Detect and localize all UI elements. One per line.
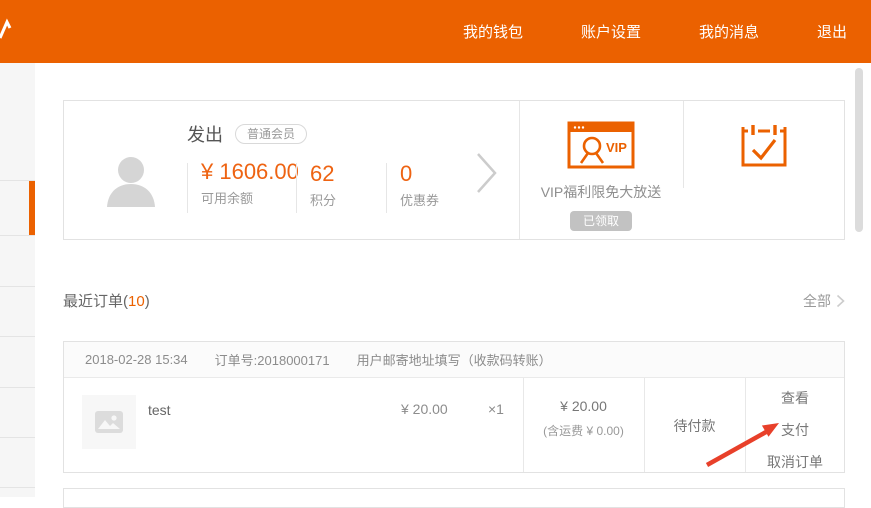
user-name-row: 发出 普通会员 [187, 121, 307, 147]
balance-label: 可用余额 [201, 188, 305, 207]
order-note: 用户邮寄地址填写（收款码转账） [357, 350, 552, 369]
sidebar-item[interactable] [0, 63, 35, 181]
user-center-page: { "header": { "nav": ["我的钱包", "账户设置", "我… [0, 0, 871, 497]
user-summary-card: 发出 普通会员 ¥ 1606.00 可用余额 62 积分 0 优惠券 VIP V… [63, 100, 845, 240]
balance-value: ¥ 1606.00 [201, 159, 305, 184]
points-value: 62 [310, 161, 336, 186]
order-number: 订单号:2018000171 [215, 350, 330, 369]
view-order-link[interactable]: 查看 [745, 388, 845, 408]
calendar-check-icon [740, 121, 788, 169]
order-datetime: 2018-02-28 15:34 [85, 352, 188, 367]
product-quantity: ×1 [488, 401, 504, 417]
order-card: 2018-02-28 15:34 订单号:2018000171 用户邮寄地址填写… [63, 341, 845, 473]
member-level-badge: 普通会员 [235, 124, 307, 144]
recent-orders-title: 最近订单(10) [63, 290, 150, 311]
coupons-value: 0 [400, 161, 439, 186]
nav-my-messages[interactable]: 我的消息 [699, 21, 759, 42]
coupons-label: 优惠券 [400, 190, 439, 209]
sidebar-item[interactable] [0, 337, 35, 388]
order-status: 待付款 [644, 416, 745, 436]
orders-title-text: 最近订单 [63, 293, 123, 310]
coupons-stat[interactable]: 0 优惠券 [400, 161, 439, 209]
order-total: ¥ 20.00 [523, 398, 644, 414]
nav-account-settings[interactable]: 账户设置 [581, 21, 641, 42]
divider [187, 163, 188, 213]
all-link-label: 全部 [803, 291, 831, 311]
cancel-order-link[interactable]: 取消订单 [745, 452, 845, 472]
product-price: ¥ 20.00 [401, 401, 448, 417]
pay-order-link[interactable]: 支付 [745, 420, 845, 440]
chevron-right-small-icon [836, 294, 845, 308]
points-stat[interactable]: 62 积分 [310, 161, 336, 209]
vip-icon-text: VIP [606, 140, 627, 155]
balance-stat[interactable]: ¥ 1606.00 可用余额 [201, 159, 305, 207]
sidebar-item-active[interactable] [0, 181, 35, 236]
shipping-note: (含运费 ¥ 0.00) [523, 422, 644, 439]
sidebar-item[interactable] [0, 287, 35, 337]
vip-promo-block[interactable]: VIP VIP福利限免大放送 已领取 [519, 101, 683, 239]
divider [386, 163, 387, 213]
top-bar: 我的钱包 账户设置 我的消息 退出 [0, 0, 871, 63]
sidebar-item[interactable] [0, 388, 35, 438]
claimed-badge: 已领取 [570, 211, 632, 231]
avatar[interactable] [103, 151, 159, 207]
product-thumbnail[interactable] [82, 395, 136, 449]
partial-logo-icon [0, 18, 14, 42]
view-all-orders-link[interactable]: 全部 [803, 291, 845, 311]
paren-close: ) [145, 293, 150, 310]
divider [296, 163, 297, 213]
orders-count: 10 [128, 293, 145, 310]
sidebar-item[interactable] [0, 236, 35, 287]
chevron-right-icon[interactable] [475, 151, 499, 195]
order-meta-row: 2018-02-28 15:34 订单号:2018000171 用户邮寄地址填写… [64, 342, 844, 378]
sidebar-item[interactable] [0, 438, 35, 488]
username: 发出 [187, 121, 223, 147]
image-placeholder-icon [94, 410, 124, 434]
vip-promo-title: VIP福利限免大放送 [519, 182, 683, 202]
left-sidebar [0, 63, 35, 497]
top-navigation: 我的钱包 账户设置 我的消息 退出 [463, 0, 847, 63]
product-name[interactable]: test [148, 402, 171, 418]
scrollbar-thumb[interactable] [855, 68, 863, 232]
nav-my-wallet[interactable]: 我的钱包 [463, 21, 523, 42]
order-body-row: test ¥ 20.00 ×1 ¥ 20.00 (含运费 ¥ 0.00) 待付款… [64, 378, 844, 472]
recent-orders-header: 最近订单(10) 全部 [63, 290, 845, 311]
vip-promo-icon: VIP [567, 121, 635, 169]
next-order-card-partial [63, 488, 845, 508]
checkin-block[interactable] [683, 101, 845, 239]
points-label: 积分 [310, 190, 336, 209]
nav-logout[interactable]: 退出 [817, 21, 847, 42]
